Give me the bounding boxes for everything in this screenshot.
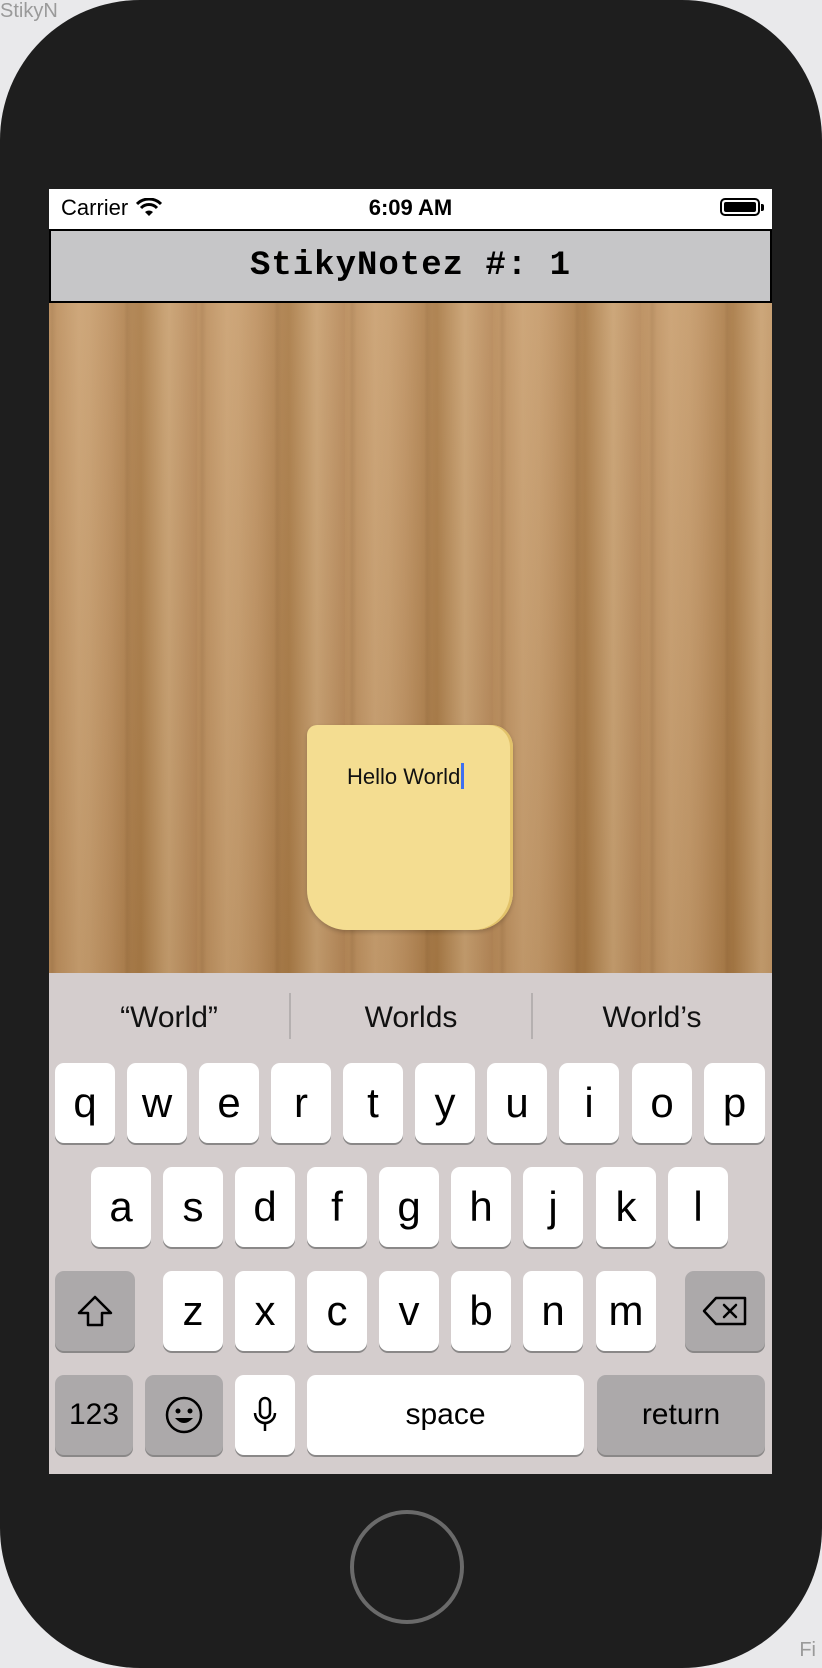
return-key[interactable]: return [597,1375,765,1455]
key-f[interactable]: f [307,1167,367,1247]
shift-icon [77,1295,113,1327]
key-w[interactable]: w [127,1063,187,1143]
status-time: 6:09 AM [368,195,453,220]
key-m[interactable]: m [596,1271,656,1351]
note-text: Hello World [347,764,461,789]
key-p[interactable]: p [704,1063,765,1143]
key-c[interactable]: c [307,1271,367,1351]
shift-key[interactable] [55,1271,135,1351]
numbers-key[interactable]: 123 [55,1375,133,1455]
key-e[interactable]: e [199,1063,259,1143]
sticky-note[interactable]: Hello World [307,725,513,930]
microphone-icon [253,1396,277,1431]
suggestion-bar: “World” Worlds World’s [49,973,772,1069]
battery-icon [720,198,764,216]
on-screen-keyboard: “World” Worlds World’s q w e r t y u i o… [49,973,772,1474]
suggestion-3[interactable]: World’s [532,1001,772,1035]
key-z[interactable]: z [163,1271,223,1351]
key-h[interactable]: h [451,1167,511,1247]
background-window-fragment: Fi [799,1639,816,1661]
nav-title: StikyNotez #: 1 [249,247,572,285]
key-t[interactable]: t [343,1063,403,1143]
key-g[interactable]: g [379,1167,439,1247]
emoji-key[interactable] [145,1375,223,1455]
emoji-icon [165,1396,203,1434]
key-k[interactable]: k [596,1167,656,1247]
key-q[interactable]: q [55,1063,115,1143]
key-v[interactable]: v [379,1271,439,1351]
status-bar: Carrier 6:09 AM [49,189,772,229]
key-b[interactable]: b [451,1271,511,1351]
iphone-device-frame: Carrier 6:09 AM StikyNotez #: 1 Hello Wo… [0,0,822,1668]
key-r[interactable]: r [271,1063,331,1143]
key-l[interactable]: l [668,1167,728,1247]
backspace-key[interactable] [685,1271,765,1351]
note-text-field[interactable]: Hello World [347,763,465,790]
key-i[interactable]: i [559,1063,619,1143]
key-u[interactable]: u [487,1063,547,1143]
key-s[interactable]: s [163,1167,223,1247]
wood-board[interactable]: Hello World [49,303,772,973]
key-a[interactable]: a [91,1167,151,1247]
background-window-title: StikyN [0,0,58,22]
key-y[interactable]: y [415,1063,475,1143]
suggestion-1[interactable]: “World” [49,1001,289,1035]
delete-icon [702,1296,747,1326]
home-button[interactable] [350,1510,464,1624]
phone-screen: Carrier 6:09 AM StikyNotez #: 1 Hello Wo… [49,189,772,1474]
space-key[interactable]: space [307,1375,584,1455]
key-n[interactable]: n [523,1271,583,1351]
key-j[interactable]: j [523,1167,583,1247]
key-d[interactable]: d [235,1167,295,1247]
dictation-key[interactable] [235,1375,295,1455]
key-o[interactable]: o [632,1063,692,1143]
nav-bar: StikyNotez #: 1 [49,229,772,303]
text-caret [461,763,465,789]
key-x[interactable]: x [235,1271,295,1351]
suggestion-2[interactable]: Worlds [291,1001,531,1035]
